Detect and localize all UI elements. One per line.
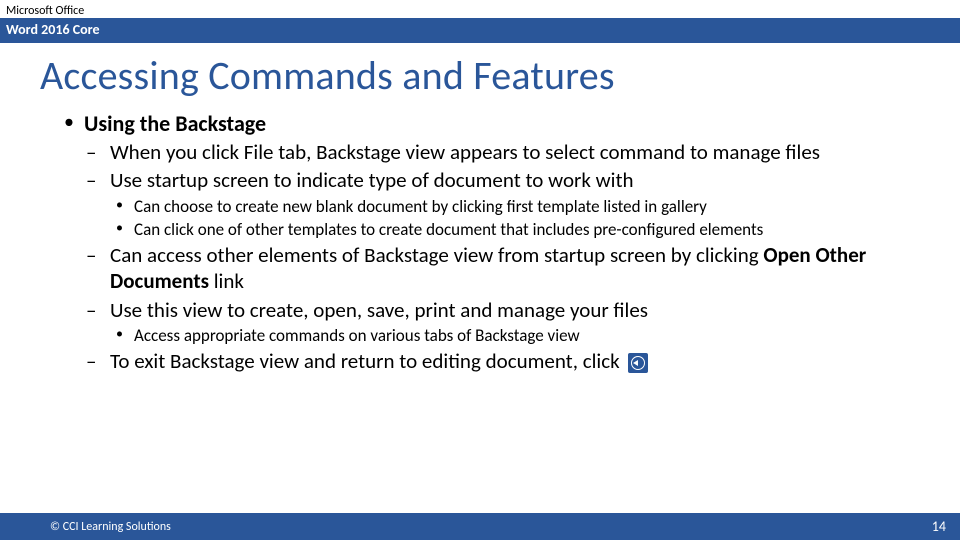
page-number: 14 — [932, 518, 946, 535]
bullet-blank-doc: Can choose to create new blank document … — [110, 196, 900, 217]
text-post: link — [209, 268, 244, 294]
bullet-exit-backstage: To exit Backstage view and return to edi… — [84, 348, 900, 374]
footer-bar: © CCI Learning Solutions 14 — [0, 513, 960, 540]
page-title: Accessing Commands and Features — [0, 43, 960, 104]
slide: Microsoft Office Word 2016 Core Accessin… — [0, 0, 960, 540]
bullet-backstage-tabs: Access appropriate commands on various t… — [110, 325, 900, 346]
bullet-manage-files: Use this view to create, open, save, pri… — [84, 297, 900, 347]
topic-heading: Using the Backstage When you click File … — [60, 110, 900, 374]
bullet-open-other-docs: Can access other elements of Backstage v… — [84, 242, 900, 295]
product-label: Word 2016 Core — [0, 18, 960, 43]
suite-label: Microsoft Office — [0, 0, 960, 18]
copyright-text: © CCI Learning Solutions — [50, 520, 171, 534]
back-arrow-icon — [628, 353, 648, 373]
bullet-exit-text: To exit Backstage view and return to edi… — [110, 348, 624, 374]
slide-body: Using the Backstage When you click File … — [0, 104, 960, 513]
bullet-startup-screen-text: Use startup screen to indicate type of d… — [110, 167, 634, 193]
bullet-other-templates: Can click one of other templates to crea… — [110, 219, 900, 240]
text-pre: Can access other elements of Backstage v… — [110, 242, 763, 268]
bullet-startup-screen: Use startup screen to indicate type of d… — [84, 167, 900, 240]
topic-heading-text: Using the Backstage — [84, 110, 266, 137]
bullet-manage-files-text: Use this view to create, open, save, pri… — [110, 297, 648, 323]
bullet-file-tab: When you click File tab, Backstage view … — [84, 139, 900, 165]
